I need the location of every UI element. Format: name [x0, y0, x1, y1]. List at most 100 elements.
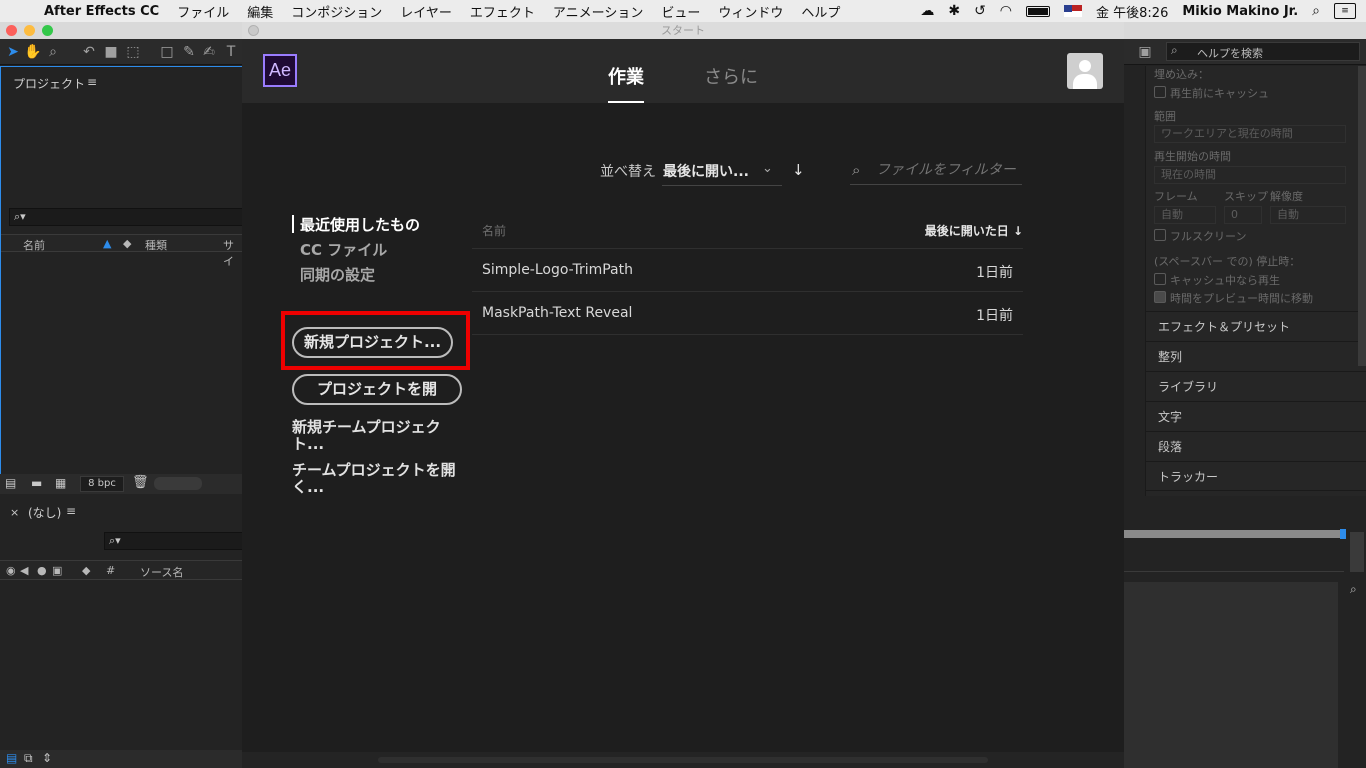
timeline-track-area[interactable] [1124, 582, 1338, 768]
section-character[interactable]: 文字 [1146, 401, 1366, 431]
work-area-end-handle[interactable] [1340, 529, 1346, 539]
close-window-icon[interactable] [6, 25, 17, 36]
modes-icon[interactable]: ⇕ [42, 751, 52, 765]
menu-view[interactable]: ビュー [661, 2, 700, 21]
section-align[interactable]: 整列 [1146, 341, 1366, 371]
pen-tool-icon[interactable]: ✎ [180, 43, 198, 61]
help-search-field[interactable]: ⌕ ヘルプを検索 [1166, 42, 1360, 61]
column-name[interactable]: 名前 [23, 237, 45, 253]
column-size[interactable]: サイ [223, 237, 243, 269]
spotlight-search-icon[interactable]: ⌕ [1312, 3, 1320, 19]
source-name-column[interactable]: ソース名 [140, 564, 183, 580]
notification-center-icon[interactable]: ≡ [1334, 3, 1356, 19]
open-team-project-link[interactable]: チームプロジェクトを開く... [292, 462, 464, 496]
trash-icon[interactable]: 🗑 [132, 475, 149, 490]
new-folder-icon[interactable]: ▬ [31, 476, 42, 490]
time-machine-icon[interactable]: ↺ [974, 3, 986, 19]
timeline-comp-name[interactable]: (なし) [28, 504, 61, 521]
interpret-footage-icon[interactable]: ▤ [5, 476, 16, 490]
sort-dropdown[interactable]: 最後に開い... ⌄ [662, 156, 782, 186]
right-panel-scrollbar[interactable] [1358, 66, 1366, 366]
project-search-input[interactable]: ⌕▾ [9, 208, 243, 226]
workspace-icon[interactable]: ▣ [1136, 43, 1154, 61]
cache-before-play-checkbox[interactable] [1154, 86, 1166, 98]
bit-depth-button[interactable]: 8 bpc [80, 476, 124, 492]
close-tab-icon[interactable]: × [10, 506, 19, 519]
new-composition-icon[interactable]: ▦ [55, 476, 66, 490]
fullscreen-checkbox[interactable] [1154, 229, 1166, 241]
minimize-window-icon[interactable] [24, 25, 35, 36]
column-type[interactable]: 種類 [145, 237, 167, 253]
audio-icon[interactable]: ◀ [20, 564, 28, 577]
play-from-select[interactable]: 現在の時間 [1154, 166, 1346, 184]
bluetooth-icon[interactable]: ✱ [948, 3, 960, 19]
section-paragraph[interactable]: 段落 [1146, 431, 1366, 461]
timeline-scrollbar[interactable] [1350, 532, 1364, 572]
sort-direction-arrow-icon[interactable]: ↓ [792, 161, 805, 179]
battery-icon[interactable] [1026, 5, 1051, 17]
hand-tool-icon[interactable]: ✋ [24, 43, 42, 61]
label-tag-icon[interactable]: ◆ [82, 564, 90, 577]
play-if-cached-checkbox[interactable] [1154, 273, 1166, 285]
work-area-bar[interactable] [1124, 530, 1344, 538]
section-tracker[interactable]: トラッカー [1146, 461, 1366, 491]
project-panel-title[interactable]: プロジェクト [13, 75, 85, 92]
thumbnail-slider[interactable] [154, 477, 202, 490]
comp-flowchart-icon[interactable]: ▤ [6, 751, 17, 765]
zoom-icon[interactable]: ⌕ [1350, 582, 1357, 597]
rotate-tool-icon[interactable]: ↶ [80, 43, 98, 61]
tab-more[interactable]: さらに [704, 63, 758, 89]
nav-sync-settings[interactable]: 同期の設定 [300, 264, 375, 285]
resolution-select[interactable]: 自動 [1270, 206, 1346, 224]
menu-effect[interactable]: エフェクト [470, 2, 535, 21]
horizontal-scrollbar[interactable] [378, 757, 988, 763]
header-name[interactable]: 名前 [482, 222, 506, 239]
menu-file[interactable]: ファイル [177, 2, 229, 21]
skip-select[interactable]: 0 [1224, 206, 1262, 224]
menu-layer[interactable]: レイヤー [400, 2, 452, 21]
type-tool-icon[interactable]: T [222, 43, 240, 61]
tab-work[interactable]: 作業 [608, 63, 644, 89]
range-select[interactable]: ワークエリアと現在の時間 [1154, 125, 1346, 143]
file-row[interactable]: MaskPath-Text Reveal 1日前 [472, 292, 1023, 335]
layer-switches-icon[interactable]: ⧉ [24, 751, 33, 766]
nav-recent[interactable]: 最近使用したもの [300, 214, 420, 235]
menu-composition[interactable]: コンポジション [291, 2, 382, 21]
menu-animation[interactable]: アニメーション [553, 2, 643, 21]
close-dialog-icon[interactable] [248, 25, 259, 36]
section-libraries[interactable]: ライブラリ [1146, 371, 1366, 401]
input-source-flag-icon[interactable] [1064, 5, 1083, 17]
label-tag-icon[interactable]: ◆ [123, 237, 131, 250]
menu-clock[interactable]: 金 午後8:26 [1096, 2, 1168, 21]
lock-icon[interactable]: ▣ [52, 564, 62, 577]
new-project-button[interactable]: 新規プロジェクト... [292, 327, 453, 358]
nav-cc-files[interactable]: CC ファイル [300, 239, 387, 260]
menu-user[interactable]: Mikio Makino Jr. [1182, 4, 1298, 19]
creative-cloud-icon[interactable]: ☁ [920, 3, 934, 19]
timeline-search-input[interactable]: ⌕▾ [104, 532, 243, 550]
app-menu[interactable]: After Effects CC [44, 4, 159, 19]
panel-menu-icon[interactable]: ≡ [87, 75, 97, 89]
section-effects-presets[interactable]: エフェクト＆プリセット [1146, 311, 1366, 341]
file-row[interactable]: Simple-Logo-TrimPath 1日前 [472, 249, 1023, 292]
open-project-button[interactable]: プロジェクトを開 [292, 374, 462, 405]
header-last-opened[interactable]: 最後に開いた日 ↓ [925, 222, 1023, 239]
visibility-eye-icon[interactable]: ◉ [6, 564, 16, 577]
menu-edit[interactable]: 編集 [247, 2, 273, 21]
camera-tool-icon[interactable]: ■ [102, 43, 120, 61]
panel-menu-icon[interactable]: ≡ [66, 504, 76, 518]
selection-tool-icon[interactable]: ➤ [4, 43, 22, 61]
zoom-tool-icon[interactable]: ⌕ [44, 43, 62, 61]
brush-tool-icon[interactable]: ✍ [200, 43, 218, 61]
pan-behind-tool-icon[interactable]: ⬚ [124, 43, 142, 61]
user-avatar-icon[interactable] [1067, 53, 1103, 89]
sort-ascending-icon[interactable]: ▲ [103, 237, 111, 250]
filter-files-input[interactable] [876, 159, 1022, 181]
new-team-project-link[interactable]: 新規チームプロジェクト... [292, 419, 464, 453]
zoom-window-icon[interactable] [42, 25, 53, 36]
menu-help[interactable]: ヘルプ [801, 2, 840, 21]
menu-window[interactable]: ウィンドウ [718, 2, 783, 21]
shape-tool-icon[interactable]: □ [158, 43, 176, 61]
time-ruler[interactable] [1124, 542, 1344, 572]
frame-select[interactable]: 自動 [1154, 206, 1216, 224]
